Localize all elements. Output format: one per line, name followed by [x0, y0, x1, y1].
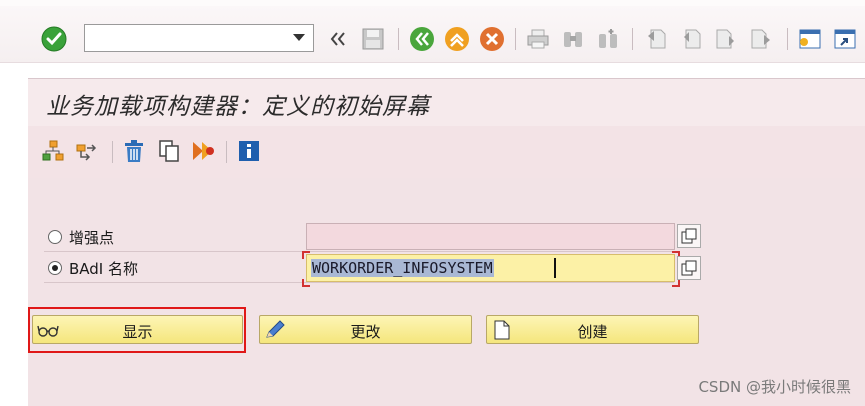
- change-button[interactable]: 更改: [259, 315, 472, 344]
- binoculars-icon: [564, 32, 582, 47]
- toolbar-separator: [398, 28, 399, 50]
- create-button[interactable]: 创建: [486, 315, 699, 344]
- first-page-button[interactable]: [643, 26, 669, 52]
- move-button[interactable]: [74, 138, 100, 164]
- find-next-button[interactable]: [595, 26, 621, 52]
- enhancement-point-label: 增强点: [69, 229, 115, 247]
- window-left-edge: [0, 63, 28, 406]
- hierarchy-button[interactable]: [40, 138, 66, 164]
- binoculars-plus-icon: [599, 29, 617, 48]
- previous-page-icon: [684, 29, 701, 49]
- back-button[interactable]: [408, 25, 436, 53]
- back-icon: [410, 27, 434, 51]
- print-icon: [527, 29, 549, 49]
- save-icon: [362, 28, 384, 50]
- previous-page-button[interactable]: [678, 26, 704, 52]
- content-area: [28, 178, 865, 406]
- change-button-label: 更改: [350, 323, 381, 341]
- next-page-icon: [716, 29, 734, 49]
- badi-name-input[interactable]: WORKORDER_INFOSYSTEM: [306, 254, 675, 282]
- copy-icon: [681, 228, 697, 244]
- toolbar-separator: [787, 28, 788, 50]
- trash-icon: [125, 140, 143, 162]
- shortcut-button[interactable]: [832, 26, 858, 52]
- badi-name-copy-button[interactable]: [677, 256, 701, 280]
- next-page-button[interactable]: [713, 26, 739, 52]
- cancel-button[interactable]: [478, 25, 506, 53]
- delete-button[interactable]: [121, 138, 147, 164]
- command-field[interactable]: [84, 24, 314, 52]
- system-toolbar: [0, 6, 865, 63]
- page-title: 业务加载项构建器：定义的初始屏幕: [46, 94, 430, 120]
- toolbar-separator: [112, 141, 113, 163]
- last-page-button[interactable]: [748, 26, 774, 52]
- where-used-icon: [193, 142, 214, 160]
- focus-marker: [302, 279, 310, 287]
- enter-button[interactable]: [40, 25, 68, 53]
- row-divider: [44, 251, 674, 252]
- create-session-button[interactable]: [797, 26, 823, 52]
- copy-icon: [681, 260, 697, 276]
- chevron-down-icon[interactable]: [293, 34, 305, 41]
- collapse-toolbar-button[interactable]: [326, 28, 350, 50]
- focus-marker: [302, 251, 310, 259]
- move-icon: [76, 144, 97, 161]
- print-button[interactable]: [525, 26, 551, 52]
- text-cursor: [554, 258, 556, 278]
- find-button[interactable]: [560, 26, 586, 52]
- first-page-icon: [648, 29, 666, 49]
- save-button[interactable]: [360, 26, 386, 52]
- watermark: CSDN @我小时候很黑: [698, 378, 851, 396]
- hierarchy-icon: [42, 140, 64, 161]
- focus-marker: [672, 279, 680, 287]
- badi-name-label: BAdI 名称: [69, 260, 139, 278]
- exit-icon: [445, 27, 469, 51]
- info-icon: [239, 141, 259, 161]
- enhancement-point-copy-button[interactable]: [677, 224, 701, 248]
- screen-title-bar: 业务加载项构建器：定义的初始屏幕: [28, 78, 865, 127]
- last-page-icon: [751, 29, 770, 49]
- row-divider: [44, 282, 674, 283]
- shortcut-icon: [834, 29, 856, 49]
- badi-name-value: WORKORDER_INFOSYSTEM: [311, 259, 494, 277]
- cancel-icon: [480, 27, 504, 51]
- toolbar-separator: [226, 141, 227, 163]
- info-button[interactable]: [236, 138, 262, 164]
- highlight-box: [28, 307, 246, 353]
- check-icon: [41, 26, 67, 52]
- where-used-button[interactable]: [190, 138, 218, 164]
- double-chevron-left-icon: [330, 32, 345, 46]
- create-button-label: 创建: [577, 323, 608, 341]
- copy-icon: [159, 140, 179, 162]
- toolbar-separator: [515, 28, 516, 50]
- new-window-icon: [799, 29, 821, 49]
- command-input[interactable]: [89, 26, 293, 52]
- enhancement-point-input[interactable]: [306, 223, 675, 250]
- exit-button[interactable]: [443, 25, 471, 53]
- copy-button[interactable]: [156, 138, 182, 164]
- application-toolbar: [28, 126, 865, 178]
- enhancement-point-radio[interactable]: [48, 230, 62, 244]
- badi-name-radio[interactable]: [48, 261, 62, 275]
- toolbar-separator: [632, 28, 633, 50]
